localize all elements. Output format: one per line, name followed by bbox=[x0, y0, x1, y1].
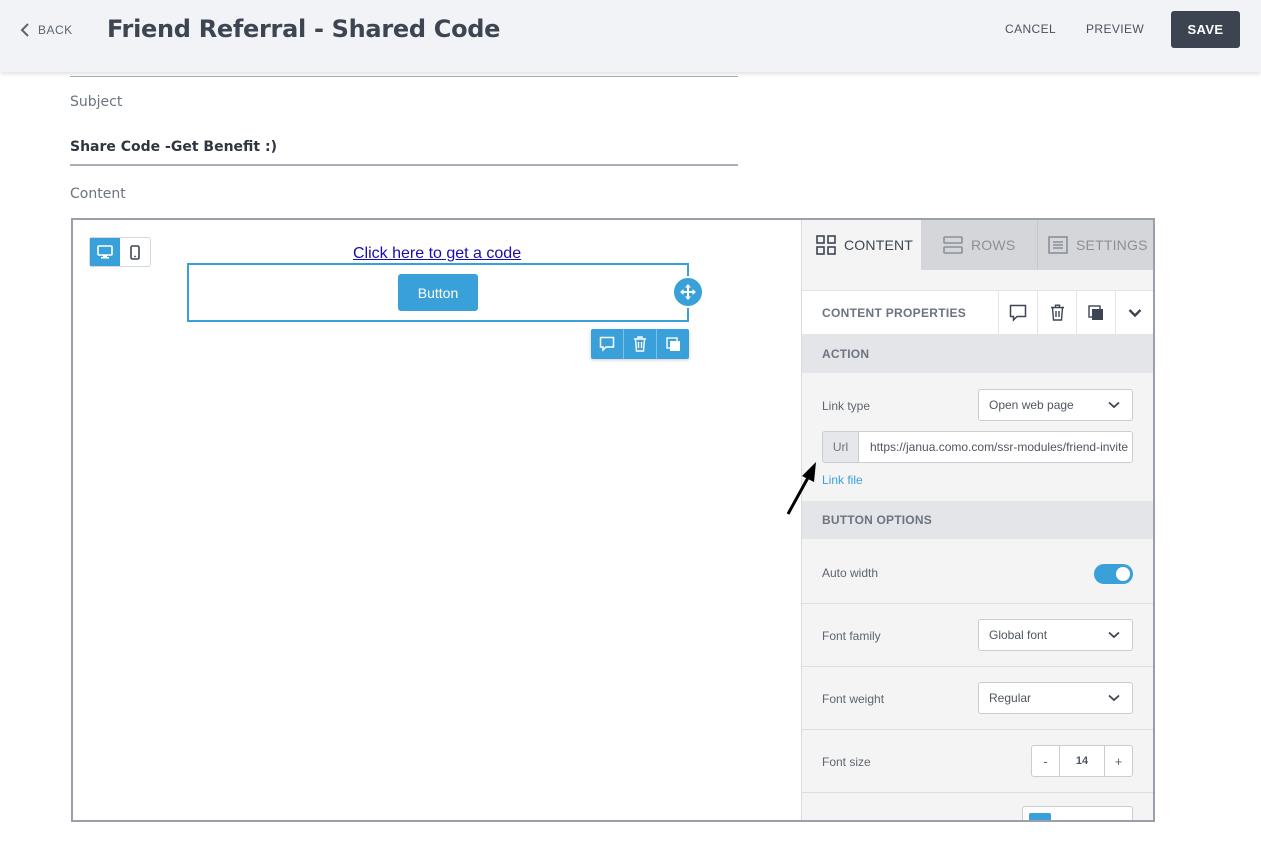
email-button[interactable]: Button bbox=[398, 274, 478, 311]
font-size-stepper: - 14 + bbox=[1031, 745, 1133, 777]
link-type-label: Link type bbox=[822, 399, 871, 413]
font-weight-value: Regular bbox=[989, 691, 1032, 705]
url-addon: Url bbox=[823, 432, 859, 462]
tab-settings-label: SETTINGS bbox=[1076, 237, 1148, 253]
url-input[interactable] bbox=[859, 432, 1132, 462]
block-toolbar bbox=[591, 329, 689, 359]
back-label: BACK bbox=[38, 23, 73, 37]
panel-tabs: CONTENT ROWS SETTINGS bbox=[802, 220, 1153, 270]
page-title: Friend Referral - Shared Code bbox=[107, 15, 501, 43]
font-family-label: Font family bbox=[822, 629, 881, 643]
block-comment-button[interactable] bbox=[591, 329, 624, 359]
email-editor: Click here to get a code Button CONTENT … bbox=[71, 218, 1155, 822]
block-duplicate-button[interactable] bbox=[657, 329, 689, 359]
font-weight-label: Font weight bbox=[822, 692, 885, 706]
action-section-header: ACTION bbox=[802, 335, 1153, 373]
content-properties-header: CONTENT PROPERTIES bbox=[802, 290, 1153, 335]
back-button[interactable]: BACK bbox=[20, 20, 73, 40]
chevron-down-icon bbox=[1108, 631, 1120, 639]
link-type-value: Open web page bbox=[989, 398, 1074, 412]
url-field-group: Url bbox=[822, 431, 1133, 463]
color-picker-partial[interactable] bbox=[1022, 806, 1133, 820]
mobile-icon bbox=[130, 244, 140, 260]
row-divider bbox=[802, 666, 1153, 667]
content-label: Content bbox=[70, 186, 126, 202]
tab-settings[interactable]: SETTINGS bbox=[1038, 220, 1153, 270]
top-bar: BACK Friend Referral - Shared Code CANCE… bbox=[0, 0, 1261, 72]
move-arrows-icon bbox=[680, 284, 696, 300]
font-size-value[interactable]: 14 bbox=[1059, 746, 1105, 776]
trash-icon bbox=[634, 336, 646, 352]
grid-icon bbox=[816, 235, 836, 255]
chevron-down-icon bbox=[1128, 308, 1142, 317]
desktop-view-button[interactable] bbox=[90, 238, 120, 266]
settings-list-icon bbox=[1048, 236, 1068, 254]
desktop-icon bbox=[97, 245, 113, 259]
preview-button[interactable]: PREVIEW bbox=[1086, 22, 1144, 36]
row-divider bbox=[802, 729, 1153, 730]
tab-content[interactable]: CONTENT bbox=[802, 220, 921, 270]
toggle-knob bbox=[1116, 567, 1130, 581]
trash-icon bbox=[1050, 304, 1064, 321]
annotation-arrow-icon bbox=[786, 462, 816, 515]
link-file-link[interactable]: Link file bbox=[822, 473, 863, 487]
code-link[interactable]: Click here to get a code bbox=[353, 245, 521, 263]
chevron-down-icon bbox=[1108, 694, 1120, 702]
chevron-left-icon bbox=[20, 23, 29, 37]
rows-icon bbox=[943, 236, 963, 254]
device-toggle bbox=[89, 237, 151, 267]
move-handle[interactable] bbox=[672, 276, 704, 308]
panel-duplicate-button[interactable] bbox=[1076, 291, 1115, 334]
chevron-down-icon bbox=[1108, 401, 1120, 409]
font-family-value: Global font bbox=[989, 628, 1048, 642]
content-properties-title: CONTENT PROPERTIES bbox=[822, 306, 967, 320]
panel-comment-button[interactable] bbox=[998, 291, 1037, 334]
content-properties-tools bbox=[998, 291, 1153, 334]
font-size-decrement[interactable]: - bbox=[1032, 746, 1059, 776]
row-divider bbox=[802, 603, 1153, 604]
save-button[interactable]: SAVE bbox=[1171, 11, 1240, 48]
duplicate-icon bbox=[665, 336, 680, 351]
font-family-select[interactable]: Global font bbox=[978, 619, 1133, 651]
tab-rows[interactable]: ROWS bbox=[921, 220, 1038, 270]
font-size-label: Font size bbox=[822, 755, 871, 769]
tab-rows-label: ROWS bbox=[971, 237, 1016, 253]
comment-icon bbox=[599, 336, 615, 352]
row-divider bbox=[802, 792, 1153, 793]
panel-delete-button[interactable] bbox=[1037, 291, 1076, 334]
selected-button-block[interactable]: Button bbox=[187, 263, 689, 322]
tab-content-label: CONTENT bbox=[844, 237, 914, 253]
duplicate-icon bbox=[1088, 304, 1103, 320]
panel-collapse-button[interactable] bbox=[1115, 291, 1153, 334]
subject-field[interactable]: Share Code -Get Benefit :) bbox=[70, 139, 277, 155]
link-type-select[interactable]: Open web page bbox=[978, 389, 1133, 421]
color-swatch bbox=[1029, 813, 1051, 820]
font-size-increment[interactable]: + bbox=[1105, 746, 1132, 776]
subject-label: Subject bbox=[70, 94, 123, 110]
cancel-button[interactable]: CANCEL bbox=[1005, 22, 1056, 36]
subject-underline bbox=[70, 164, 738, 166]
auto-width-toggle[interactable] bbox=[1094, 564, 1133, 584]
button-options-section-header: BUTTON OPTIONS bbox=[802, 501, 1153, 539]
comment-icon bbox=[1009, 304, 1027, 322]
previous-field-underline bbox=[70, 76, 738, 77]
auto-width-label: Auto width bbox=[822, 566, 879, 580]
block-delete-button[interactable] bbox=[624, 329, 657, 359]
properties-panel: CONTENT ROWS SETTINGS CONTENT PROPERTIES bbox=[801, 220, 1153, 820]
mobile-view-button[interactable] bbox=[120, 238, 150, 266]
font-weight-select[interactable]: Regular bbox=[978, 682, 1133, 714]
